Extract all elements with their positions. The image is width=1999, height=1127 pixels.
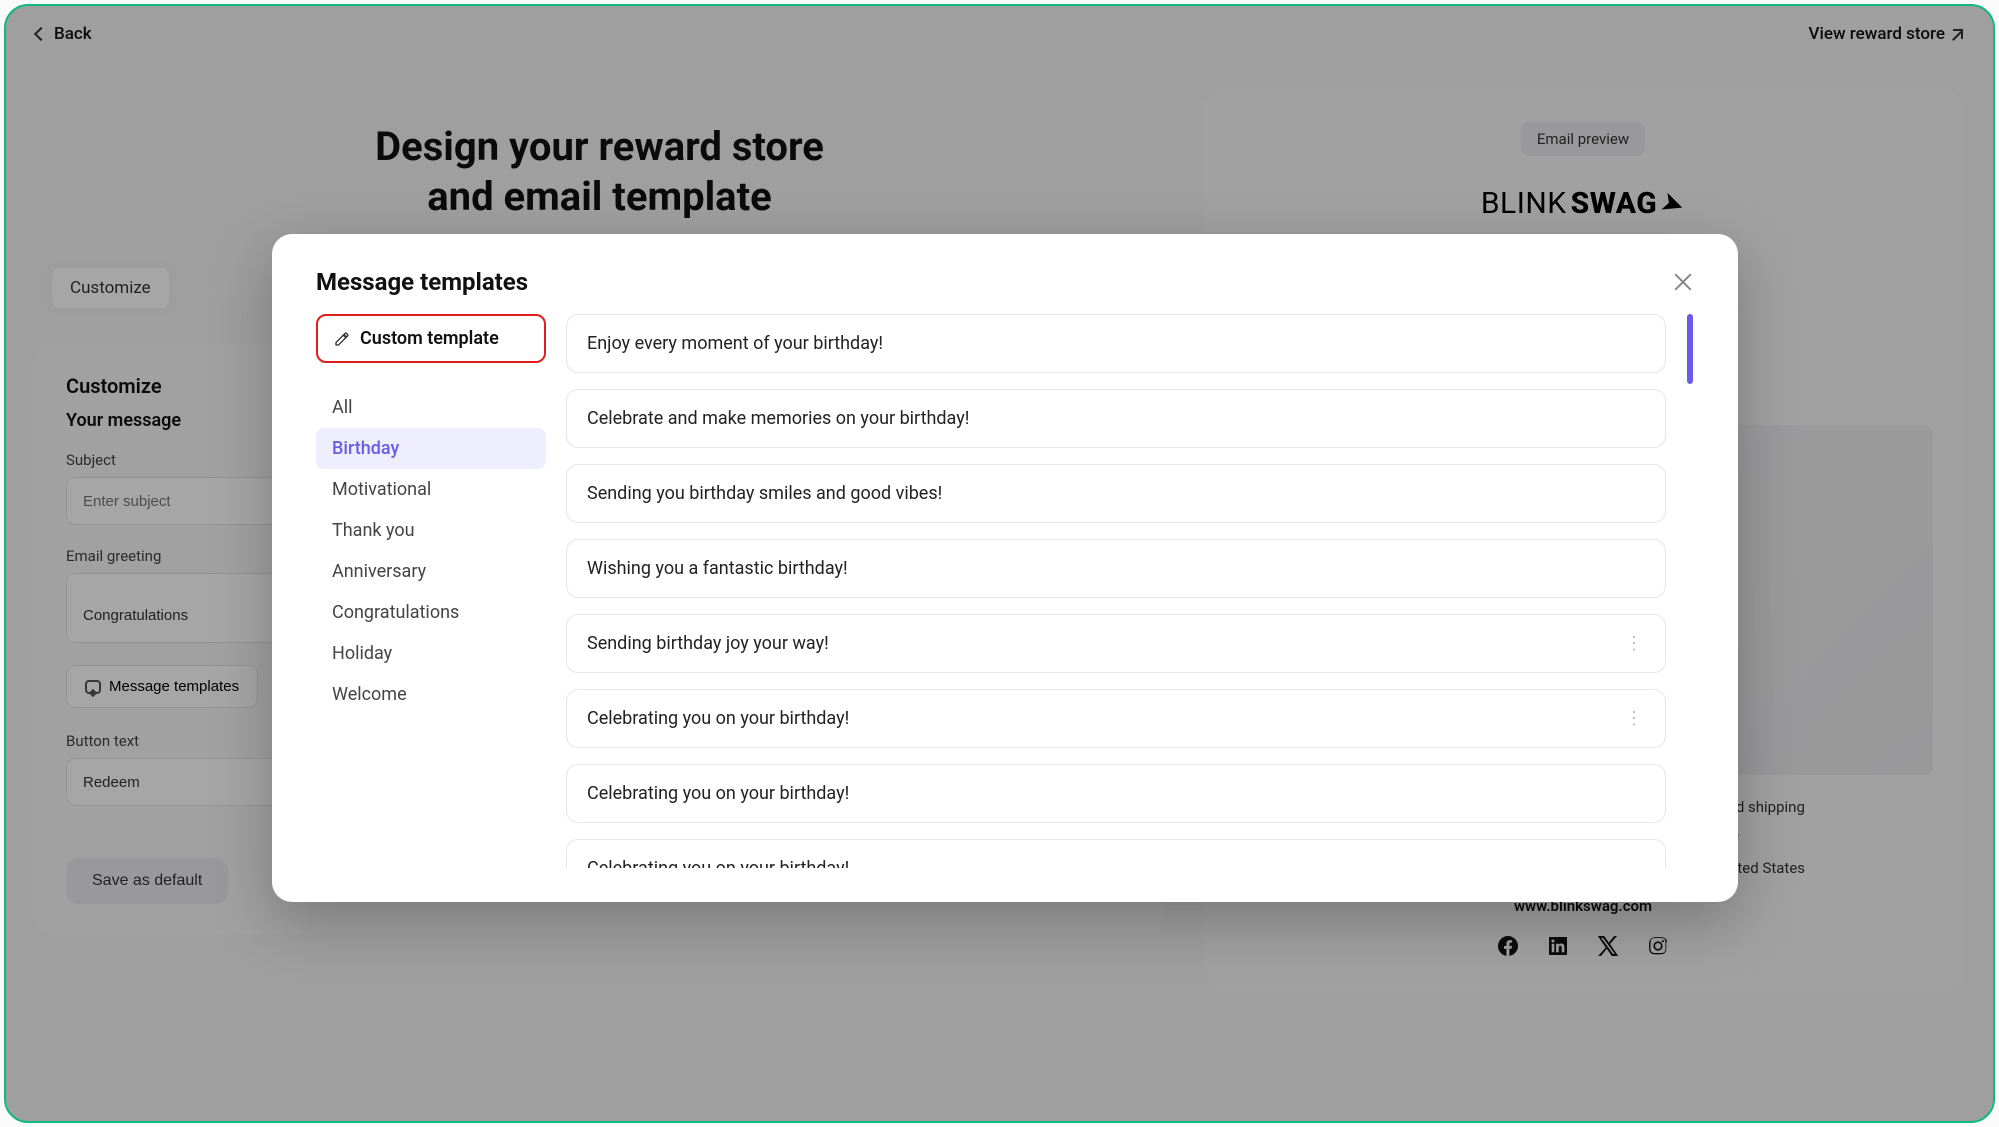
modal-title: Message templates (316, 268, 528, 296)
template-category-list: Custom template AllBirthdayMotivationalT… (316, 314, 546, 868)
template-text: Celebrate and make memories on your birt… (587, 408, 969, 429)
message-templates-modal: Message templates Custom template AllBir… (272, 234, 1738, 902)
template-text: Celebrating you on your birthday! (587, 858, 849, 868)
template-card[interactable]: Celebrating you on your birthday! (566, 839, 1666, 868)
category-item-welcome[interactable]: Welcome (316, 674, 546, 715)
close-icon[interactable] (1672, 271, 1694, 293)
template-card[interactable]: Sending birthday joy your way! ⋮ (566, 614, 1666, 673)
scroll-track (1688, 314, 1692, 868)
template-card[interactable]: Celebrating you on your birthday! (566, 764, 1666, 823)
app-frame: Back View reward store Design your rewar… (4, 4, 1995, 1123)
template-text: Wishing you a fantastic birthday! (587, 558, 848, 579)
more-icon[interactable]: ⋮ (1625, 633, 1645, 654)
category-item-all[interactable]: All (316, 387, 546, 428)
template-text: Enjoy every moment of your birthday! (587, 333, 883, 354)
scrollbar[interactable] (1686, 314, 1694, 868)
template-card[interactable]: Celebrating you on your birthday! ⋮ (566, 689, 1666, 748)
template-card[interactable]: Enjoy every moment of your birthday! (566, 314, 1666, 373)
modal-header: Message templates (316, 268, 1694, 296)
template-text: Sending birthday joy your way! (587, 633, 829, 654)
category-item-anniversary[interactable]: Anniversary (316, 551, 546, 592)
template-text: Sending you birthday smiles and good vib… (587, 483, 942, 504)
more-icon[interactable]: ⋮ (1625, 708, 1645, 729)
category-item-motivational[interactable]: Motivational (316, 469, 546, 510)
category-item-holiday[interactable]: Holiday (316, 633, 546, 674)
template-card[interactable]: Celebrate and make memories on your birt… (566, 389, 1666, 448)
custom-template-label: Custom template (360, 328, 499, 349)
scroll-thumb[interactable] (1687, 314, 1693, 384)
templates-column: Enjoy every moment of your birthday! Cele… (546, 314, 1694, 868)
category-item-birthday[interactable]: Birthday (316, 428, 546, 469)
pencil-icon (334, 331, 350, 347)
template-text: Celebrating you on your birthday! (587, 708, 849, 729)
template-text: Celebrating you on your birthday! (587, 783, 849, 804)
custom-template-button[interactable]: Custom template (316, 314, 546, 363)
template-card[interactable]: Wishing you a fantastic birthday! (566, 539, 1666, 598)
category-item-congratulations[interactable]: Congratulations (316, 592, 546, 633)
templates-list[interactable]: Enjoy every moment of your birthday! Cele… (566, 314, 1680, 868)
modal-body: Custom template AllBirthdayMotivationalT… (316, 314, 1694, 868)
template-card[interactable]: Sending you birthday smiles and good vib… (566, 464, 1666, 523)
category-item-thank-you[interactable]: Thank you (316, 510, 546, 551)
